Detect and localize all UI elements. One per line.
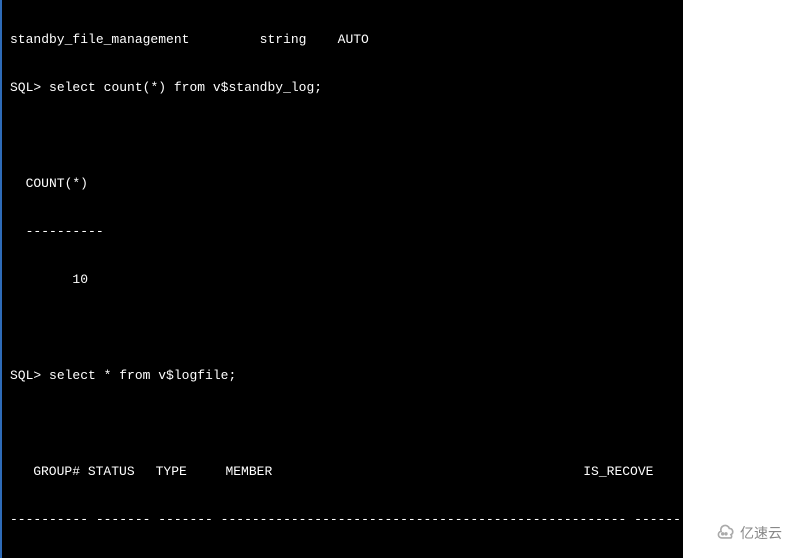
sql-prompt-line: SQL> select * from v$logfile; — [2, 368, 683, 384]
blank-line — [2, 128, 683, 144]
count-divider: ---------- — [2, 224, 683, 240]
watermark: 亿速云 — [716, 523, 782, 543]
terminal-output[interactable]: standby_file_management string AUTO SQL>… — [0, 0, 683, 558]
partial-line: standby_file_management string AUTO — [2, 32, 683, 48]
blank-line — [2, 320, 683, 336]
sql-prompt-line: SQL> select count(*) from v$standby_log; — [2, 80, 683, 96]
count-header: COUNT(*) — [2, 176, 683, 192]
cloud-icon — [716, 523, 736, 543]
blank-line — [2, 416, 683, 432]
table-divider: ---------- ------- ------- -------------… — [2, 512, 683, 528]
table-header: GROUP# STATUS TYPE MEMBER IS_RECOVE — [2, 464, 683, 480]
watermark-text: 亿速云 — [740, 523, 782, 543]
count-value: 10 — [2, 272, 683, 288]
